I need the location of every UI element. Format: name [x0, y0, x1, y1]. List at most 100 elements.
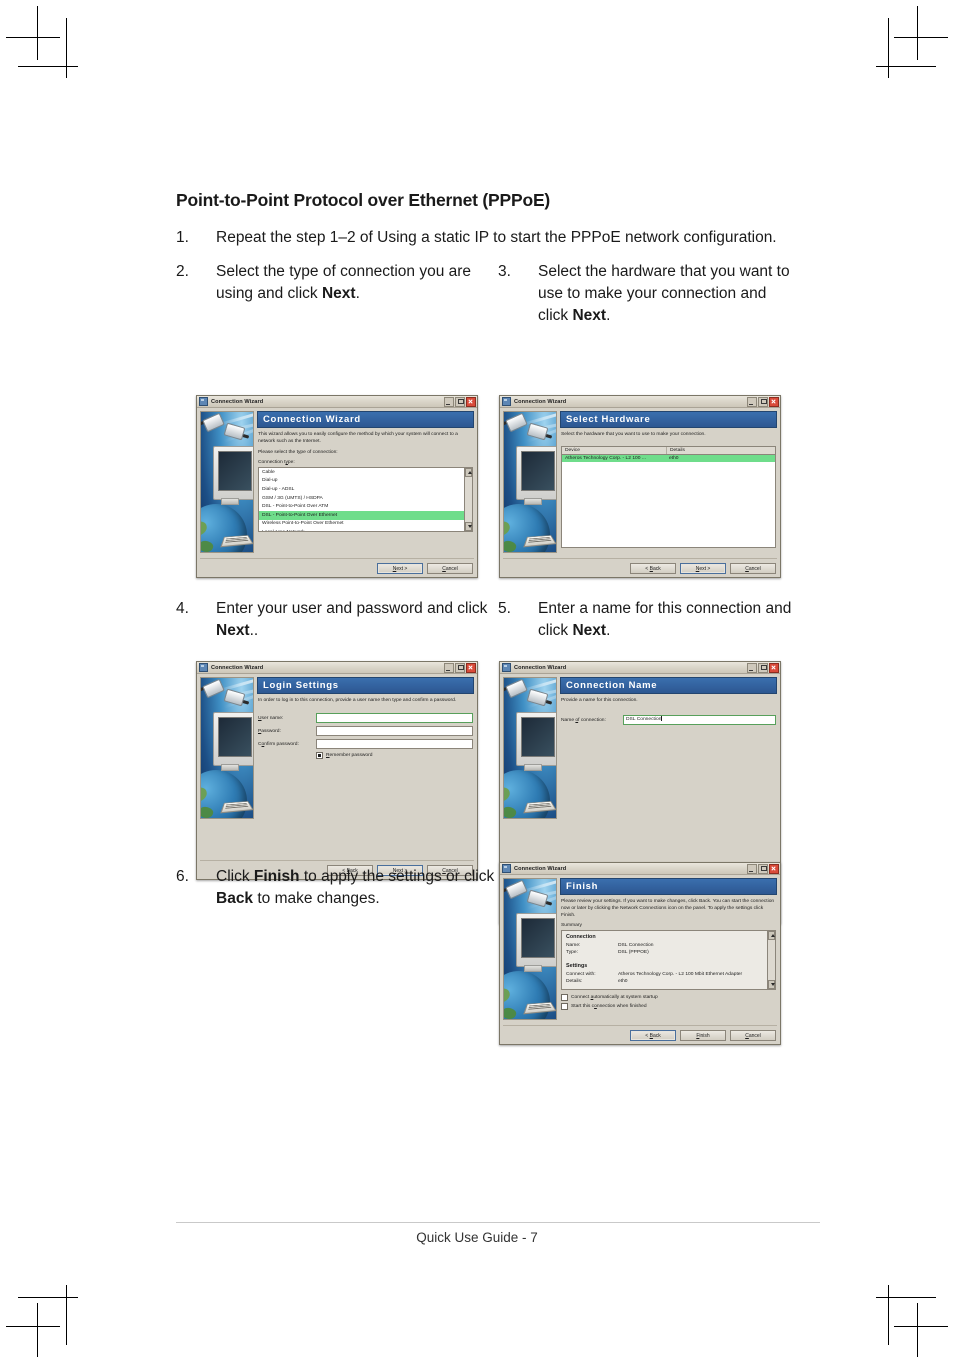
minimize-icon[interactable]: [444, 396, 454, 407]
window-controls[interactable]: [747, 662, 779, 673]
summary-content: Connection Name: DSL Connection Type: DS…: [562, 931, 775, 988]
summary-key: Name:: [566, 942, 581, 948]
wizard-illustration: [503, 677, 557, 819]
connect-automatically-label: Connect automatically at system startup: [571, 995, 658, 1001]
scrollbar-track[interactable]: [768, 940, 775, 980]
summary-group-connection: Connection: [566, 934, 596, 941]
maximize-icon[interactable]: [455, 662, 465, 673]
cancel-button[interactable]: Cancel: [730, 563, 776, 575]
window-controls[interactable]: [444, 396, 476, 407]
step-5: 5. Enter a name for this connection and …: [498, 598, 796, 642]
minimize-icon[interactable]: [747, 662, 757, 673]
summary-scrollbar[interactable]: [767, 931, 775, 990]
crop-mark-bottom-left-horizontal: [18, 1297, 78, 1298]
step-6: 6. Click Finish to apply the settings or…: [176, 866, 498, 910]
window-title: Connection Wizard: [211, 398, 264, 405]
confirm-password-label: Confirm password:: [258, 741, 299, 747]
hardware-table[interactable]: Device Details Atheros Technology Corp. …: [561, 446, 776, 549]
dialog-finish[interactable]: Connection Wizard Finish Please review y…: [499, 862, 781, 1046]
titlebar: Connection Wizard: [500, 662, 780, 674]
dialog-select-hardware[interactable]: Connection Wizard Select Hardware Select…: [499, 395, 781, 579]
password-field[interactable]: [316, 726, 473, 737]
username-field[interactable]: [316, 713, 473, 724]
window-controls[interactable]: [747, 396, 779, 407]
start-connection-checkbox[interactable]: [561, 1003, 568, 1011]
list-item[interactable]: DSL - Point-to-Point Over ATM: [259, 503, 472, 512]
minimize-icon[interactable]: [444, 662, 454, 673]
summary-box[interactable]: Connection Name: DSL Connection Type: DS…: [561, 930, 776, 991]
window-icon: [502, 397, 511, 406]
next-button[interactable]: Next >: [680, 563, 726, 575]
cancel-button[interactable]: Cancel: [730, 1030, 776, 1042]
scroll-down-icon[interactable]: [465, 522, 472, 532]
scroll-up-icon[interactable]: [768, 931, 775, 941]
close-icon[interactable]: [769, 863, 779, 874]
back-button[interactable]: < Back: [630, 563, 676, 575]
username-label: User name:: [258, 715, 284, 721]
summary-value: eth0: [618, 979, 628, 985]
dialog-body: Finish Please review your settings. If y…: [500, 875, 780, 1023]
crop-mark-top-right-vertical-outer: [917, 6, 918, 60]
step-1-number: 1.: [176, 229, 189, 246]
listbox-scrollbar[interactable]: [464, 468, 472, 532]
list-item[interactable]: Cable: [259, 468, 472, 477]
list-item[interactable]: GSM / 3G (UMTS) / HSDPA: [259, 494, 472, 503]
list-item[interactable]: Dial-up: [259, 477, 472, 486]
listbox-items[interactable]: Cable Dial-up Dial-up - ADSL GSM / 3G (U…: [259, 468, 472, 531]
crop-mark-top-right-vertical: [888, 18, 889, 78]
summary-row: Type: DSL (PPPOE): [566, 949, 771, 957]
window-controls[interactable]: [444, 662, 476, 673]
maximize-icon[interactable]: [455, 396, 465, 407]
crop-mark-top-left-vertical: [66, 18, 67, 78]
summary-key: Details:: [566, 979, 583, 985]
dialog-login-settings[interactable]: Connection Wizard Login Settings In orde…: [196, 661, 478, 881]
column-header-details[interactable]: Details: [667, 447, 775, 454]
window-icon: [199, 663, 208, 672]
next-button[interactable]: Next >: [377, 563, 423, 575]
window-title: Connection Wizard: [514, 398, 567, 405]
remember-password-checkbox[interactable]: [316, 752, 323, 760]
connect-automatically-row[interactable]: Connect automatically at system startup: [561, 994, 777, 1002]
confirm-password-field[interactable]: [316, 739, 473, 750]
step-3: 3. Select the hardware that you want to …: [498, 261, 796, 327]
close-icon[interactable]: [466, 662, 476, 673]
finish-button[interactable]: Finish: [680, 1030, 726, 1042]
scroll-down-icon[interactable]: [768, 980, 775, 990]
scroll-up-icon[interactable]: [465, 468, 472, 478]
steps-2-3-row: 2. Select the type of connection you are…: [176, 261, 796, 329]
connection-type-listbox[interactable]: Cable Dial-up Dial-up - ADSL GSM / 3G (U…: [258, 467, 473, 533]
remember-password-row[interactable]: Remember password: [316, 752, 473, 760]
cancel-button[interactable]: Cancel: [427, 563, 473, 575]
titlebar: Connection Wizard: [500, 396, 780, 408]
start-connection-row[interactable]: Start this connection when finished: [561, 1003, 777, 1011]
connect-automatically-checkbox[interactable]: [561, 994, 568, 1002]
page-content: Point-to-Point Protocol over Ethernet (P…: [176, 190, 796, 329]
crop-mark-top-right-horizontal-outer: [894, 37, 948, 38]
maximize-icon[interactable]: [758, 662, 768, 673]
step-6-number: 6.: [176, 868, 189, 885]
crop-mark-top-left-vertical-outer: [37, 6, 38, 60]
dialog-connection-wizard[interactable]: Connection Wizard Connection Wizard This…: [196, 395, 478, 579]
list-item[interactable]: Local Area Network: [259, 528, 472, 532]
minimize-icon[interactable]: [747, 863, 757, 874]
connection-name-field[interactable]: DSL Connection: [623, 715, 776, 726]
list-item[interactable]: Dial-up - ADSL: [259, 485, 472, 494]
window-controls[interactable]: [747, 863, 779, 874]
close-icon[interactable]: [466, 396, 476, 407]
column-header-device[interactable]: Device: [562, 447, 667, 455]
maximize-icon[interactable]: [758, 396, 768, 407]
summary-value: DSL (PPPOE): [618, 950, 649, 956]
back-button[interactable]: < Back: [630, 1030, 676, 1042]
summary-value: DSL Connection: [618, 942, 654, 948]
maximize-icon[interactable]: [758, 863, 768, 874]
scrollbar-track[interactable]: [465, 477, 472, 522]
crop-mark-bottom-right-vertical-outer: [917, 1303, 918, 1357]
list-item[interactable]: Wireless Point-to-Point Over Ethernet: [259, 520, 472, 529]
close-icon[interactable]: [769, 396, 779, 407]
close-icon[interactable]: [769, 662, 779, 673]
summary-value: Atheros Technology Corp. - L2 100 Mbit E…: [618, 971, 743, 977]
list-item-selected[interactable]: DSL - Point-to-Point Over Ethernet: [259, 511, 472, 520]
table-row[interactable]: Atheros Technology Corp. - L2 100 ... et…: [562, 455, 775, 463]
pane-description: This wizard allows you to easily configu…: [258, 432, 458, 445]
minimize-icon[interactable]: [747, 396, 757, 407]
